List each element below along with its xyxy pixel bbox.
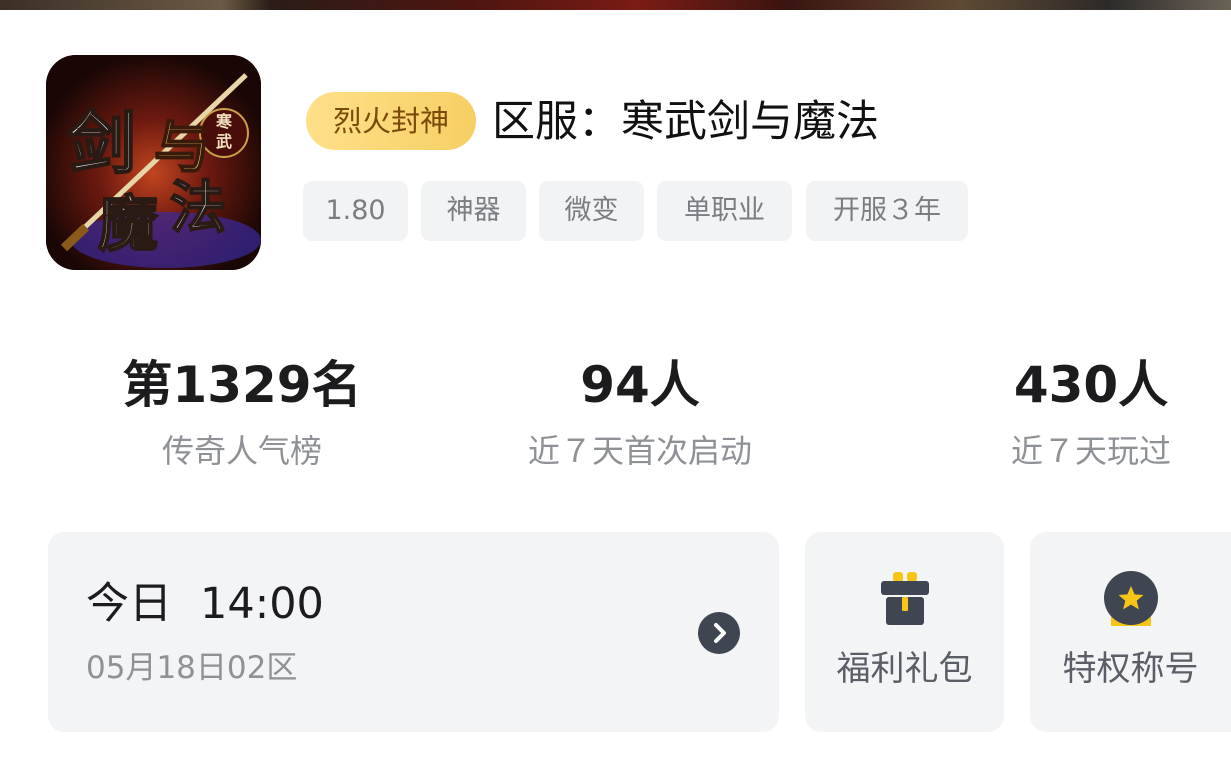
app-icon-char-4: 法	[170, 175, 226, 241]
server-group-badge: 烈火封神	[306, 92, 476, 150]
open-server-name: 05月18日02区	[86, 650, 298, 686]
app-icon-char-2: 与	[154, 115, 210, 181]
game-app-icon[interactable]: 寒 武 剑 与 魔 法	[46, 55, 261, 270]
app-icon-small-char-2: 武	[216, 132, 232, 151]
stat-ranking[interactable]: 第1329名 传奇人气榜	[92, 355, 392, 473]
tag-open-years: 开服３年	[806, 181, 968, 241]
welfare-gift-label: 福利礼包	[836, 649, 973, 689]
app-icon-small-char-1: 寒	[215, 112, 233, 131]
open-server-card[interactable]: 今日 14:00 05月18日02区	[48, 532, 779, 732]
open-server-clock: 14:00	[200, 579, 324, 629]
chevron-right-icon[interactable]	[698, 612, 740, 654]
tag-single-class: 单职业	[657, 181, 792, 241]
stat-played-value: 430人	[1013, 356, 1169, 414]
badge-star-icon	[1101, 568, 1161, 630]
stat-played: 430人 近７天玩过	[941, 355, 1231, 473]
top-banner-image	[0, 0, 1231, 10]
tag-shenqi: 神器	[421, 181, 526, 241]
server-title: 区服：寒武剑与魔法	[492, 97, 879, 147]
app-icon-char-3: 魔	[98, 190, 158, 260]
stat-first-launch-value: 94人	[580, 356, 700, 414]
tag-weibian: 微变	[539, 181, 644, 241]
open-server-day: 今日	[86, 579, 172, 629]
open-server-time: 今日 14:00	[86, 576, 324, 632]
gift-icon	[875, 568, 935, 630]
stat-played-label: 近７天玩过	[1010, 432, 1171, 470]
stat-ranking-label: 传奇人气榜	[161, 432, 322, 470]
stat-ranking-value: 第1329名	[122, 356, 362, 414]
welfare-gift-button[interactable]: 福利礼包	[805, 532, 1004, 732]
tag-version: 1.80	[303, 181, 408, 241]
app-icon-char-1: 剑	[68, 104, 136, 184]
stat-first-launch-label: 近７天首次启动	[527, 432, 752, 470]
privilege-title-label: 特权称号	[1062, 649, 1199, 689]
privilege-title-button[interactable]: 特权称号	[1030, 532, 1231, 732]
stat-first-launch: 94人 近７天首次启动	[490, 355, 790, 473]
